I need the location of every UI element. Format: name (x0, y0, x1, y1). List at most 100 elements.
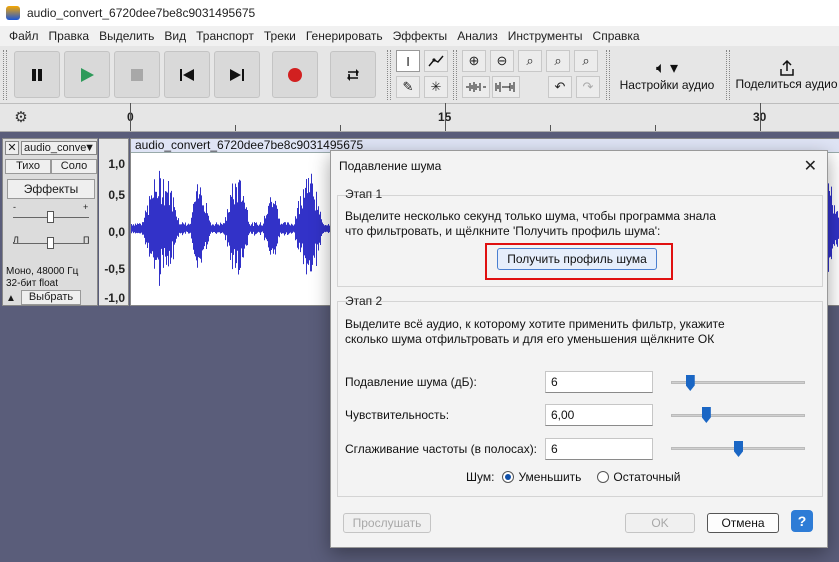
frequency-smoothing-input[interactable]: 6 (545, 438, 653, 460)
menu-tools[interactable]: Инструменты (503, 29, 588, 43)
menu-edit[interactable]: Правка (44, 29, 95, 43)
vertical-scale[interactable]: 1,0 0,5 0,0 -0,5 -1,0 (99, 138, 129, 306)
toolbar-grip[interactable] (3, 50, 7, 100)
multi-tool[interactable]: ✳ (424, 76, 448, 98)
close-icon[interactable]: ✕ (804, 156, 817, 176)
effects-button[interactable]: Эффекты (7, 179, 95, 199)
share-audio-button[interactable]: Поделиться аудио (734, 50, 839, 100)
toolbar-grip[interactable] (726, 50, 730, 100)
track-format-info: Моно, 48000 Гц (6, 266, 79, 277)
ruler-tick (235, 125, 236, 131)
scale-label: -1,0 (104, 291, 125, 305)
share-icon (779, 59, 794, 76)
menu-select[interactable]: Выделить (94, 29, 159, 43)
noise-mode-group: Шум: Уменьшить Остаточный (466, 470, 681, 484)
menu-analyze[interactable]: Анализ (452, 29, 503, 43)
menu-file[interactable]: Файл (4, 29, 44, 43)
fit-project-button[interactable]: ⌕ (546, 50, 570, 72)
step2-text-line1: Выделите всё аудио, к которому хотите пр… (345, 317, 725, 331)
track-name-menu[interactable]: audio_conve ▼ (21, 141, 97, 155)
loop-icon (347, 68, 359, 81)
sensitivity-label: Чувствительность: (345, 408, 450, 422)
preview-button[interactable]: Прослушать (343, 513, 431, 533)
frequency-smoothing-label: Сглаживание частоты (в полосах): (345, 442, 538, 456)
audacity-logo-icon (6, 6, 20, 20)
envelope-tool[interactable] (424, 50, 448, 72)
ruler-tick (550, 125, 551, 131)
solo-button[interactable]: Соло (51, 159, 97, 174)
noise-reduction-db-input[interactable]: 6 (545, 371, 653, 393)
sensitivity-slider[interactable] (671, 414, 805, 417)
menu-effects[interactable]: Эффекты (388, 29, 453, 43)
scale-label: 0,0 (108, 225, 125, 239)
undo-button[interactable]: ↶ (548, 76, 572, 98)
track-bit-depth-info: 32-бит float (6, 278, 59, 289)
timeline-ruler[interactable]: ⚙ 0 15 30 (0, 103, 839, 132)
zoom-fit-project-icon: ⌕ (554, 53, 562, 68)
zoom-toggle-button[interactable]: ⌕ (574, 50, 598, 72)
envelope-icon (428, 55, 444, 67)
gain-slider[interactable] (47, 211, 54, 223)
residue-radio-label[interactable]: Остаточный (613, 470, 680, 484)
pause-icon (32, 68, 42, 81)
trim-button[interactable] (462, 76, 490, 98)
step2-label: Этап 2 (345, 294, 383, 308)
select-track-button[interactable]: Выбрать (21, 290, 81, 305)
pause-button[interactable] (14, 51, 60, 98)
collapse-track-icon[interactable]: ▲ (6, 293, 16, 304)
skip-end-icon (230, 68, 244, 81)
stop-button[interactable] (114, 51, 160, 98)
ruler-tick (130, 103, 131, 131)
title-bar: audio_convert_6720dee7be8c9031495675 (0, 0, 839, 26)
gear-icon[interactable]: ⚙ (12, 109, 30, 127)
pencil-icon: ✎ (402, 79, 414, 94)
mute-button[interactable]: Тихо (5, 159, 51, 174)
get-noise-profile-button[interactable]: Получить профиль шума (497, 248, 657, 270)
reduce-radio[interactable] (502, 471, 515, 483)
redo-button[interactable]: ↷ (576, 76, 600, 98)
skip-to-start-button[interactable] (164, 51, 210, 98)
record-button[interactable] (272, 51, 318, 98)
play-button[interactable] (64, 51, 110, 98)
step1-text-line2: что фильтровать, и щёлкните 'Получить пр… (345, 224, 661, 238)
pan-slider[interactable] (47, 237, 54, 249)
zoom-in-icon: ⊕ (468, 53, 480, 68)
menu-view[interactable]: Вид (159, 29, 191, 43)
audio-settings-label: Настройки аудио (619, 78, 715, 92)
reduce-radio-label[interactable]: Уменьшить (518, 470, 581, 484)
ok-button[interactable]: OK (625, 513, 695, 533)
toolbar-grip[interactable] (387, 50, 391, 100)
menu-generate[interactable]: Генерировать (301, 29, 388, 43)
help-button[interactable]: ? (791, 510, 813, 532)
scale-label: 0,5 (108, 188, 125, 202)
share-audio-label: Поделиться аудио (735, 77, 838, 91)
residue-radio[interactable] (597, 471, 610, 483)
selection-tool[interactable]: I (396, 50, 420, 72)
toolbar-grip[interactable] (453, 50, 457, 100)
fit-selection-button[interactable]: ⌕ (518, 50, 542, 72)
skip-to-end-button[interactable] (214, 51, 260, 98)
menu-transport[interactable]: Транспорт (191, 29, 259, 43)
close-track-icon[interactable]: ✕ (5, 141, 19, 155)
undo-icon: ↶ (554, 79, 566, 94)
draw-tool[interactable]: ✎ (396, 76, 420, 98)
menu-bar: Файл Правка Выделить Вид Транспорт Треки… (0, 26, 839, 46)
toolbar-grip[interactable] (606, 50, 610, 100)
play-icon (81, 67, 94, 82)
menu-tracks[interactable]: Треки (259, 29, 301, 43)
loop-button[interactable] (330, 51, 376, 98)
sensitivity-input[interactable]: 6,00 (545, 404, 653, 426)
redo-icon: ↷ (582, 79, 594, 94)
ruler-tick (760, 103, 761, 131)
zoom-out-button[interactable]: ⊖ (490, 50, 514, 72)
silence-audio-icon (495, 82, 515, 92)
menu-help[interactable]: Справка (588, 29, 645, 43)
ruler-tick (655, 125, 656, 131)
gain-plus-label: + (83, 202, 89, 212)
audio-settings-button[interactable]: 🔈︎ ▾ Настройки аудио (614, 50, 720, 100)
noise-reduction-dialog: Подавление шума ✕ Этап 1 Выделите нескол… (330, 150, 828, 548)
cancel-button[interactable]: Отмена (707, 513, 779, 533)
silence-button[interactable] (492, 76, 520, 98)
zoom-in-button[interactable]: ⊕ (462, 50, 486, 72)
zoom-toggle-icon: ⌕ (582, 53, 590, 68)
